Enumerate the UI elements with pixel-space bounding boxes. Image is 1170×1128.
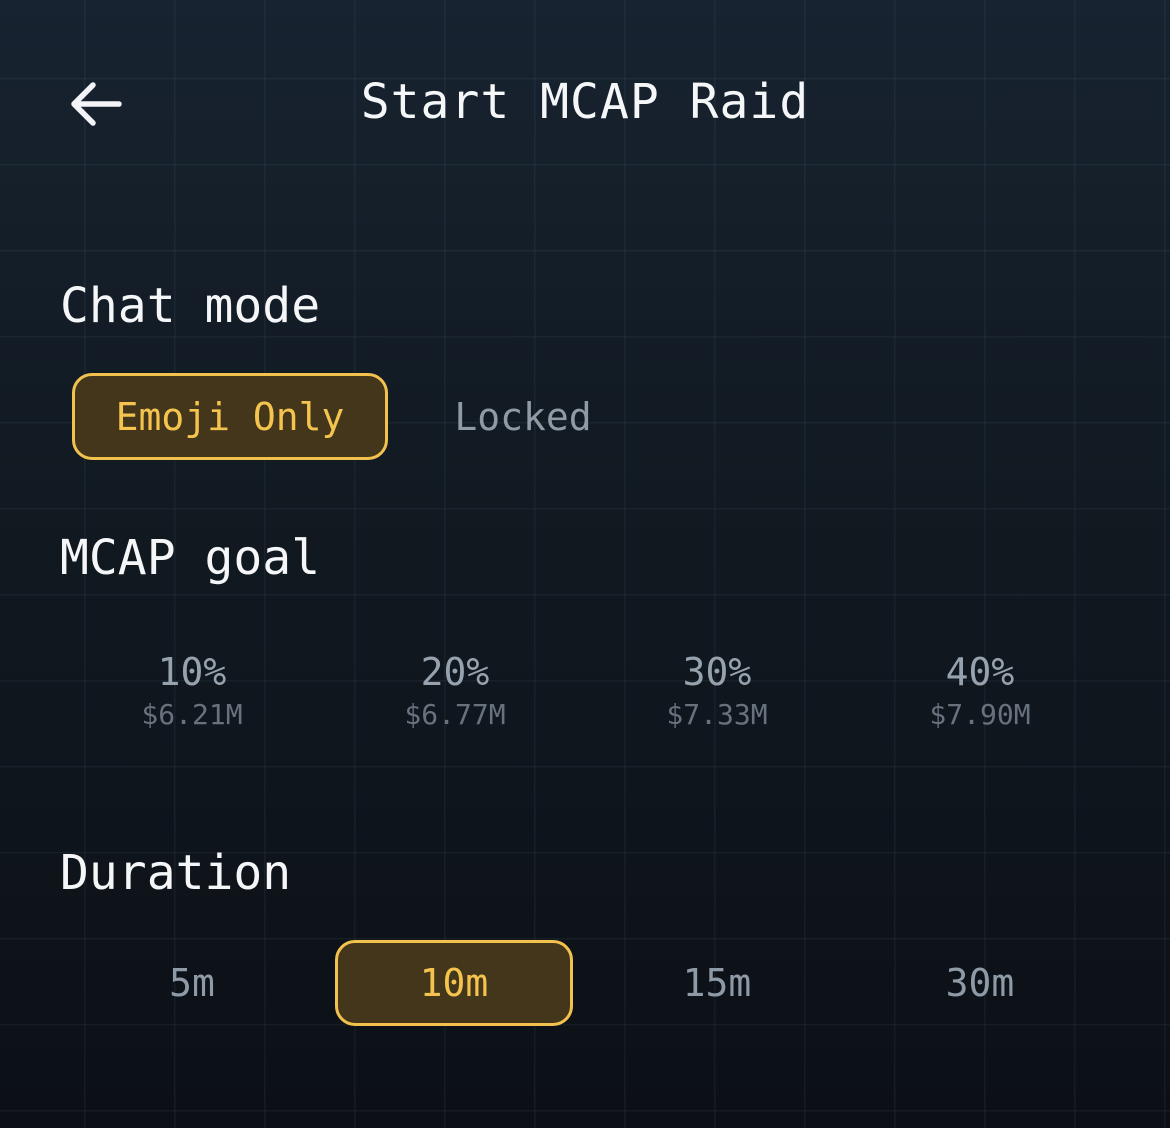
duration-option-label: 15m	[682, 961, 752, 1005]
mcap-goal-option-40[interactable]: 40% $7.90M	[890, 650, 1070, 731]
mcap-goal-percent: 40%	[945, 650, 1015, 694]
mcap-goal-option-20[interactable]: 20% $6.77M	[365, 650, 545, 731]
duration-option-label: 5m	[169, 961, 215, 1005]
mcap-goal-label: MCAP goal	[60, 530, 321, 586]
duration-option-label: 30m	[945, 961, 1015, 1005]
page-title: Start MCAP Raid	[360, 74, 810, 130]
mcap-goal-option-30[interactable]: 30% $7.33M	[627, 650, 807, 731]
duration-option-30m[interactable]: 30m	[880, 940, 1080, 1026]
chat-mode-label: Chat mode	[60, 278, 321, 334]
mcap-goal-value: $6.77M	[404, 697, 506, 731]
duration-label: Duration	[60, 845, 292, 901]
mcap-goal-value: $7.33M	[666, 697, 768, 731]
mcap-goal-value: $6.21M	[141, 697, 243, 731]
chat-mode-option-emoji-only[interactable]: Emoji Only	[72, 373, 388, 460]
chat-mode-option-locked[interactable]: Locked	[430, 373, 616, 460]
mcap-goal-value: $7.90M	[929, 697, 1031, 731]
mcap-goal-percent: 10%	[157, 650, 227, 694]
header: Start MCAP Raid	[0, 52, 1170, 152]
mcap-goal-option-10[interactable]: 10% $6.21M	[102, 650, 282, 731]
mcap-goal-percent: 20%	[420, 650, 490, 694]
mcap-goal-percent: 30%	[682, 650, 752, 694]
duration-option-15m[interactable]: 15m	[617, 940, 817, 1026]
chat-mode-option-label: Locked	[454, 394, 592, 439]
duration-option-5m[interactable]: 5m	[92, 940, 292, 1026]
chat-mode-option-label: Emoji Only	[115, 394, 345, 439]
duration-option-10m[interactable]: 10m	[335, 940, 573, 1026]
duration-option-label: 10m	[419, 961, 489, 1005]
